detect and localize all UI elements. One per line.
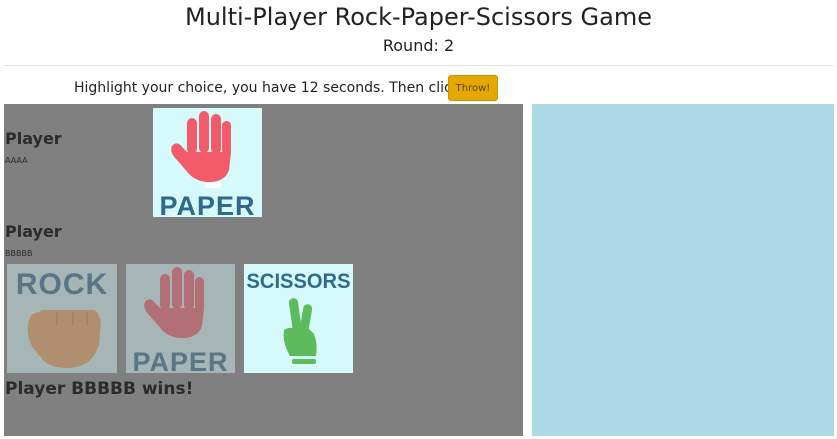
paper-card-label: PAPER [159,191,255,217]
page-title: Multi-Player Rock-Paper-Scissors Game [184,3,652,31]
rock-card-label: ROCK [16,268,108,301]
round-label: Round: 2 [382,36,455,55]
scissors-hand-icon: SCISSORS [244,264,353,373]
player-2-name: Player [5,222,62,241]
choice-rock-card[interactable]: ROCK [7,264,117,373]
game-board: Player AAAA PAPER Player BBBBB ROCK PAPE… [4,104,523,436]
divider [4,65,834,66]
throw-button[interactable]: Throw! [448,75,498,101]
player-1-id: AAAA [5,156,28,165]
rock-fist-icon: ROCK [7,264,117,373]
paper-hand-icon: PAPER [126,264,235,373]
choice-scissors-card[interactable]: SCISSORS [244,264,353,373]
instruction-text: Highlight your choice, you have 12 secon… [74,80,465,96]
paper-card-label: PAPER [132,347,228,373]
side-panel [532,104,834,436]
player-1-choice-paper-card: PAPER [153,108,262,217]
player-1-name: Player [5,129,62,148]
result-text: Player BBBBB wins! [5,379,194,399]
scissors-card-label: SCISSORS [247,270,351,293]
player-2-id: BBBBB [5,249,33,258]
choice-paper-card[interactable]: PAPER [126,264,235,373]
paper-hand-icon: PAPER [153,108,262,217]
